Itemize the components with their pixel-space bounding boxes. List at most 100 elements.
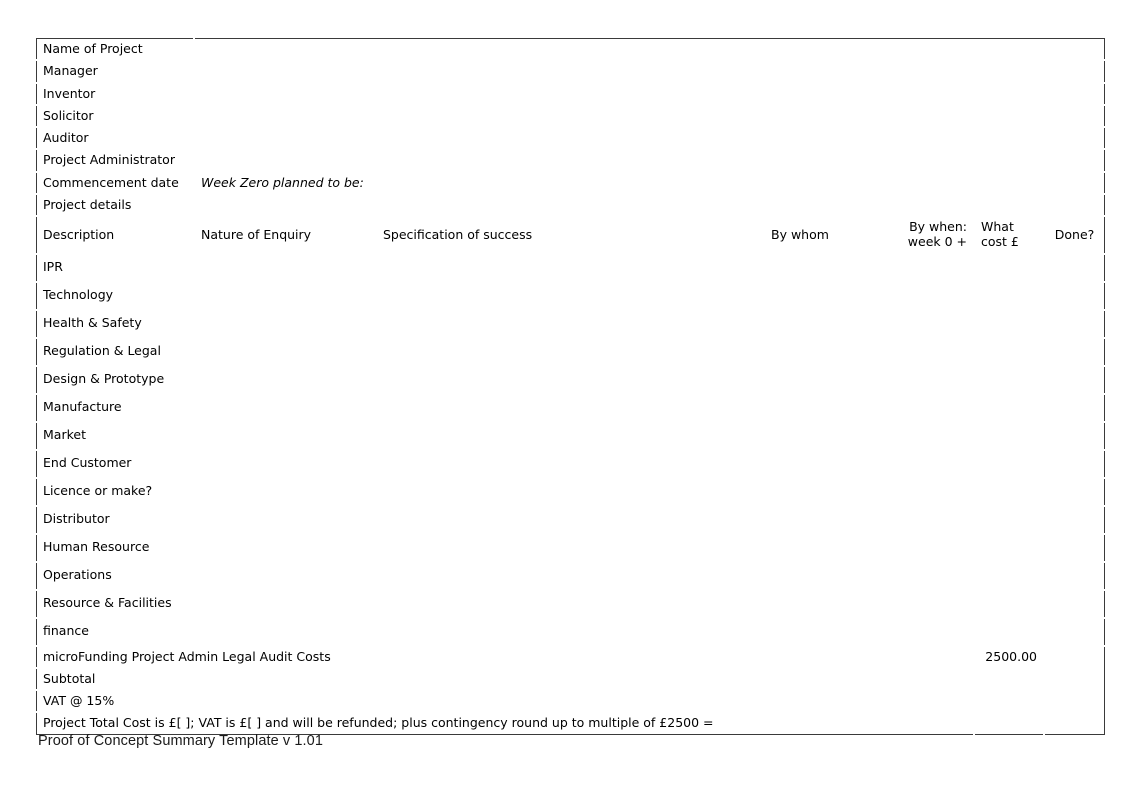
cell-done-regulation-and-legal[interactable] xyxy=(1042,336,1107,367)
info-value-project-administrator[interactable] xyxy=(192,148,1107,173)
by-when-line2: week 0 + xyxy=(907,234,967,250)
cell-done-human-resource[interactable] xyxy=(1042,532,1107,563)
cell-by-whom-human-resource[interactable] xyxy=(763,532,896,563)
cell-specification-human-resource[interactable] xyxy=(375,532,765,563)
cell-by-whom-distributor[interactable] xyxy=(763,504,896,535)
cell-nature-ipr[interactable] xyxy=(193,252,377,283)
cell-by-when-finance[interactable] xyxy=(894,616,975,647)
cell-by-when-technology[interactable] xyxy=(894,280,975,311)
cell-cost-finance[interactable] xyxy=(973,616,1045,647)
cell-by-whom-operations[interactable] xyxy=(763,560,896,591)
cell-nature-licence-or-make[interactable] xyxy=(193,476,377,507)
cell-specification-resource-and-facilities[interactable] xyxy=(375,588,765,619)
cell-cost-market[interactable] xyxy=(973,420,1045,451)
cell-specification-technology[interactable] xyxy=(375,280,765,311)
cell-nature-human-resource[interactable] xyxy=(193,532,377,563)
cell-nature-design-and-prototype[interactable] xyxy=(193,364,377,395)
cell-done-end-customer[interactable] xyxy=(1042,448,1107,479)
cell-cost-operations[interactable] xyxy=(973,560,1045,591)
cell-by-when-market[interactable] xyxy=(894,420,975,451)
cell-done-ipr[interactable] xyxy=(1042,252,1107,283)
info-value-inventor[interactable] xyxy=(192,81,1107,106)
totals-cost-vat[interactable] xyxy=(973,688,1045,714)
cell-cost-health-and-safety[interactable] xyxy=(973,308,1045,339)
cell-by-when-licence-or-make[interactable] xyxy=(894,476,975,507)
cell-by-whom-resource-and-facilities[interactable] xyxy=(763,588,896,619)
cell-done-finance[interactable] xyxy=(1042,616,1107,647)
info-value-manager[interactable] xyxy=(192,59,1107,84)
cell-nature-technology[interactable] xyxy=(193,280,377,311)
totals-cost-project-total[interactable] xyxy=(973,711,1045,736)
cell-by-when-health-and-safety[interactable] xyxy=(894,308,975,339)
cell-specification-licence-or-make[interactable] xyxy=(375,476,765,507)
cell-nature-end-customer[interactable] xyxy=(193,448,377,479)
cell-by-whom-end-customer[interactable] xyxy=(763,448,896,479)
cell-done-technology[interactable] xyxy=(1042,280,1107,311)
cell-by-whom-manufacture[interactable] xyxy=(763,392,896,423)
cell-nature-regulation-and-legal[interactable] xyxy=(193,336,377,367)
cell-by-whom-ipr[interactable] xyxy=(763,252,896,283)
cell-nature-manufacture[interactable] xyxy=(193,392,377,423)
cell-specification-finance[interactable] xyxy=(375,616,765,647)
cell-by-when-end-customer[interactable] xyxy=(894,448,975,479)
totals-done-cell[interactable] xyxy=(1042,644,1107,736)
info-value-commencement-date[interactable]: Week Zero planned to be: xyxy=(192,170,1107,195)
cell-by-when-operations[interactable] xyxy=(894,560,975,591)
cell-by-when-design-and-prototype[interactable] xyxy=(894,364,975,395)
cell-cost-end-customer[interactable] xyxy=(973,448,1045,479)
totals-cost-microfunding[interactable]: 2500.00 xyxy=(973,644,1045,669)
cell-specification-regulation-and-legal[interactable] xyxy=(375,336,765,367)
cell-by-whom-finance[interactable] xyxy=(763,616,896,647)
cell-by-whom-regulation-and-legal[interactable] xyxy=(763,336,896,367)
cell-cost-ipr[interactable] xyxy=(973,252,1045,283)
cell-done-market[interactable] xyxy=(1042,420,1107,451)
info-value-auditor[interactable] xyxy=(192,125,1107,151)
cell-by-whom-design-and-prototype[interactable] xyxy=(763,364,896,395)
cell-cost-distributor[interactable] xyxy=(973,504,1045,535)
cell-cost-human-resource[interactable] xyxy=(973,532,1045,563)
by-when-line1: By when: xyxy=(909,219,967,234)
cell-by-whom-technology[interactable] xyxy=(763,280,896,311)
cell-by-when-distributor[interactable] xyxy=(894,504,975,535)
cell-nature-distributor[interactable] xyxy=(193,504,377,535)
cell-cost-regulation-and-legal[interactable] xyxy=(973,336,1045,367)
cell-done-distributor[interactable] xyxy=(1042,504,1107,535)
cell-specification-market[interactable] xyxy=(375,420,765,451)
cell-specification-operations[interactable] xyxy=(375,560,765,591)
cell-nature-market[interactable] xyxy=(193,420,377,451)
cell-by-whom-health-and-safety[interactable] xyxy=(763,308,896,339)
cell-by-when-human-resource[interactable] xyxy=(894,532,975,563)
cell-by-when-ipr[interactable] xyxy=(894,252,975,283)
cell-specification-ipr[interactable] xyxy=(375,252,765,283)
cell-done-design-and-prototype[interactable] xyxy=(1042,364,1107,395)
cell-nature-operations[interactable] xyxy=(193,560,377,591)
cell-by-when-regulation-and-legal[interactable] xyxy=(894,336,975,367)
cell-cost-manufacture[interactable] xyxy=(973,392,1045,423)
cell-by-when-manufacture[interactable] xyxy=(894,392,975,423)
cell-by-when-resource-and-facilities[interactable] xyxy=(894,588,975,619)
cell-specification-end-customer[interactable] xyxy=(375,448,765,479)
cell-cost-design-and-prototype[interactable] xyxy=(973,364,1045,395)
info-label-name-of-project: Name of Project xyxy=(35,36,195,62)
cell-nature-resource-and-facilities[interactable] xyxy=(193,588,377,619)
cell-nature-finance[interactable] xyxy=(193,616,377,647)
info-value-project-details[interactable] xyxy=(192,192,1107,218)
cell-done-resource-and-facilities[interactable] xyxy=(1042,588,1107,619)
cell-done-manufacture[interactable] xyxy=(1042,392,1107,423)
cell-cost-resource-and-facilities[interactable] xyxy=(973,588,1045,619)
cell-cost-technology[interactable] xyxy=(973,280,1045,311)
cell-specification-health-and-safety[interactable] xyxy=(375,308,765,339)
cell-cost-licence-or-make[interactable] xyxy=(973,476,1045,507)
cell-specification-distributor[interactable] xyxy=(375,504,765,535)
cell-done-licence-or-make[interactable] xyxy=(1042,476,1107,507)
totals-cost-subtotal[interactable] xyxy=(973,666,1045,692)
cell-specification-design-and-prototype[interactable] xyxy=(375,364,765,395)
cell-done-health-and-safety[interactable] xyxy=(1042,308,1107,339)
cell-by-whom-licence-or-make[interactable] xyxy=(763,476,896,507)
info-value-name-of-project[interactable] xyxy=(192,36,1107,62)
cell-by-whom-market[interactable] xyxy=(763,420,896,451)
cell-done-operations[interactable] xyxy=(1042,560,1107,591)
cell-specification-manufacture[interactable] xyxy=(375,392,765,423)
info-value-solicitor[interactable] xyxy=(192,103,1107,129)
cell-nature-health-and-safety[interactable] xyxy=(193,308,377,339)
